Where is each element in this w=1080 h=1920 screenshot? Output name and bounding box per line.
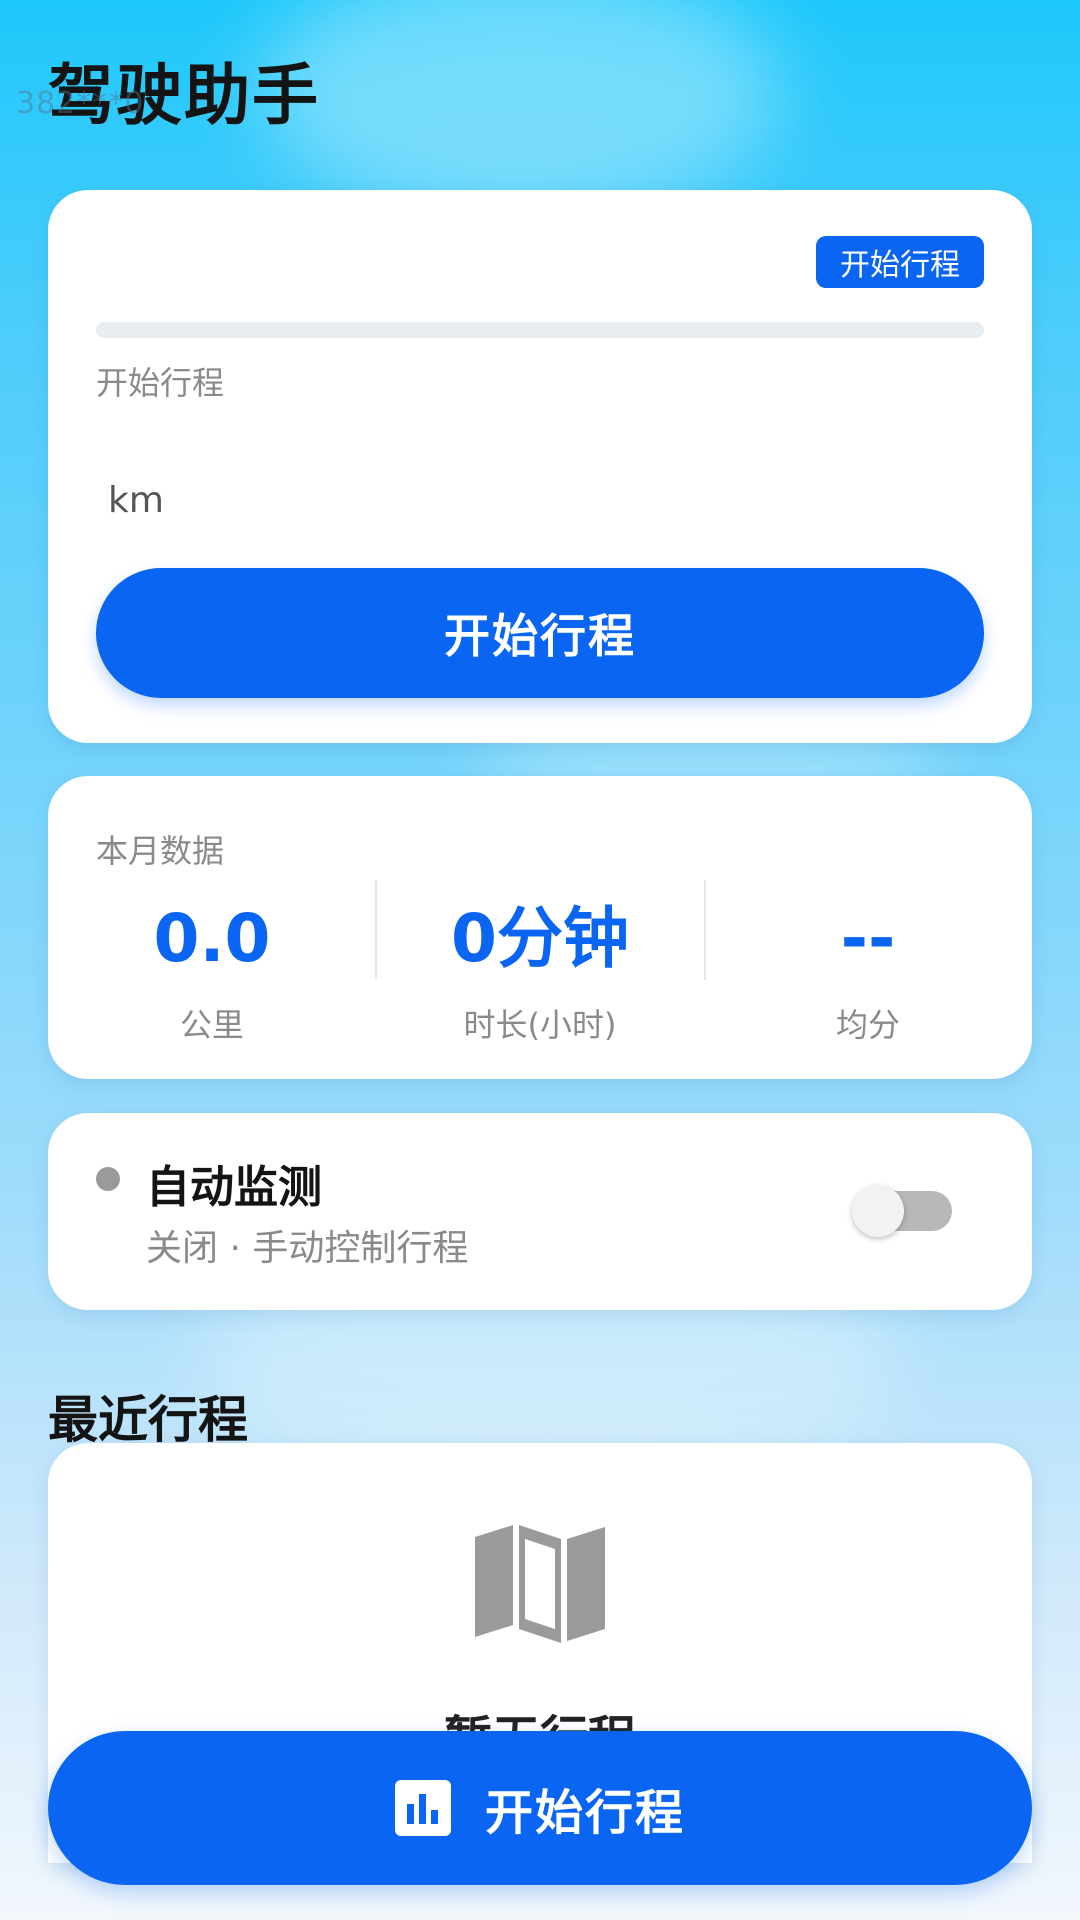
map-icon xyxy=(475,1525,605,1643)
status-dot-icon xyxy=(96,1167,120,1191)
monthly-stats-card: 本月数据 0.0 公里 0分钟 时长(小时) -- 均分 xyxy=(48,776,1032,1079)
stat-distance: 0.0 公里 xyxy=(48,906,376,1046)
stat-label: 时长(小时) xyxy=(463,1006,617,1044)
stat-label: 公里 xyxy=(179,1006,244,1044)
stats-section-label: 本月数据 xyxy=(96,832,225,870)
toggle-knob xyxy=(852,1185,904,1237)
auto-monitor-subtitle: 关闭 · 手动控制行程 xyxy=(146,1228,469,1269)
stat-value: 0.0 xyxy=(153,900,271,977)
auto-monitor-toggle[interactable] xyxy=(852,1185,952,1237)
bottom-start-trip-button[interactable]: 开始行程 xyxy=(48,1731,1032,1885)
trip-card: 开始行程 开始行程 km 开始行程 xyxy=(48,190,1032,743)
start-trip-button[interactable]: 开始行程 xyxy=(96,568,984,698)
auto-monitor-title: 自动监测 xyxy=(146,1162,322,1213)
bar-chart-icon xyxy=(394,1780,451,1836)
stat-duration: 0分钟 时长(小时) xyxy=(376,906,704,1046)
recent-trips-heading: 最近行程 xyxy=(48,1391,248,1449)
stat-value: 0分钟 xyxy=(451,900,629,977)
stat-label: 均分 xyxy=(835,1006,900,1044)
distance-unit: km xyxy=(108,480,164,521)
auto-monitor-card: 自动监测 关闭 · 手动控制行程 xyxy=(48,1113,1032,1310)
trip-status-text: 开始行程 xyxy=(96,364,225,402)
stat-score: -- 均分 xyxy=(704,906,1032,1046)
bottom-start-trip-label: 开始行程 xyxy=(484,1785,685,1841)
watermark: 382***0 xyxy=(16,86,145,121)
trip-progress-bar xyxy=(96,322,984,338)
stat-value: -- xyxy=(840,900,896,977)
trip-status-badge: 开始行程 xyxy=(816,236,984,288)
